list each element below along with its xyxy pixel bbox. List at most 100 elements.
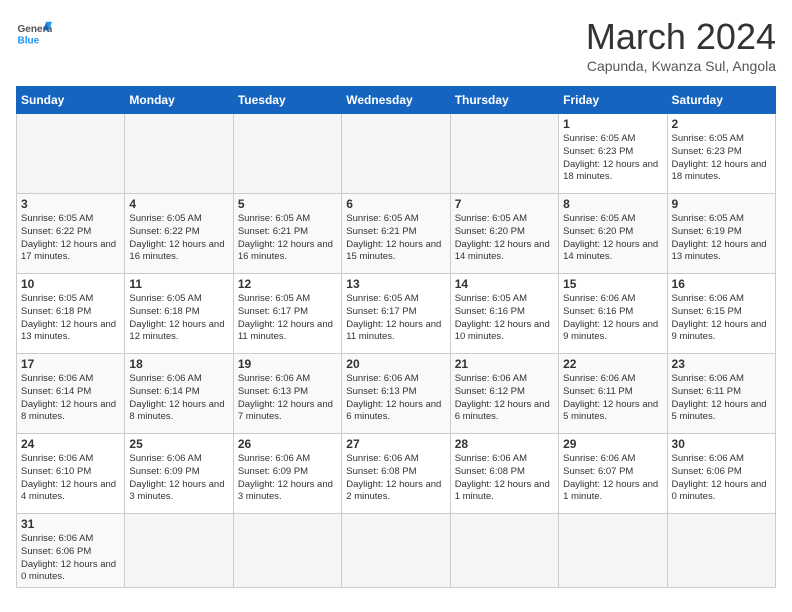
calendar-cell: 1 Sunrise: 6:05 AM Sunset: 6:23 PM Daylig… <box>559 114 667 194</box>
day-info: Sunrise: 6:06 AM Sunset: 6:13 PM Dayligh… <box>346 373 445 424</box>
week-row-1: 1 Sunrise: 6:05 AM Sunset: 6:23 PM Daylig… <box>17 114 776 194</box>
day-info: Sunrise: 6:06 AM Sunset: 6:11 PM Dayligh… <box>672 373 771 424</box>
day-number: 17 <box>21 357 120 371</box>
day-info: Sunrise: 6:06 AM Sunset: 6:09 PM Dayligh… <box>238 453 337 504</box>
calendar-cell: 15 Sunrise: 6:06 AM Sunset: 6:16 PM Dayli… <box>559 274 667 354</box>
day-number: 29 <box>563 437 662 451</box>
calendar-cell: 20Sunrise: 6:06 AM Sunset: 6:13 PM Dayli… <box>342 354 450 434</box>
day-info: Sunrise: 6:06 AM Sunset: 6:16 PM Dayligh… <box>563 293 662 344</box>
day-info: Sunrise: 6:05 AM Sunset: 6:17 PM Dayligh… <box>238 293 337 344</box>
day-info: Sunrise: 6:06 AM Sunset: 6:06 PM Dayligh… <box>672 453 771 504</box>
calendar-cell: 6 Sunrise: 6:05 AM Sunset: 6:21 PM Daylig… <box>342 194 450 274</box>
day-number: 23 <box>672 357 771 371</box>
day-number: 21 <box>455 357 554 371</box>
day-info: Sunrise: 6:06 AM Sunset: 6:06 PM Dayligh… <box>21 533 120 584</box>
day-info: Sunrise: 6:06 AM Sunset: 6:15 PM Dayligh… <box>672 293 771 344</box>
day-number: 24 <box>21 437 120 451</box>
calendar-cell: 14Sunrise: 6:05 AM Sunset: 6:16 PM Dayli… <box>450 274 558 354</box>
day-info: Sunrise: 6:05 AM Sunset: 6:18 PM Dayligh… <box>129 293 228 344</box>
calendar-table: SundayMondayTuesdayWednesdayThursdayFrid… <box>16 86 776 588</box>
day-number: 30 <box>672 437 771 451</box>
calendar-cell: 23 Sunrise: 6:06 AM Sunset: 6:11 PM Dayli… <box>667 354 775 434</box>
day-number: 25 <box>129 437 228 451</box>
calendar-cell <box>233 114 341 194</box>
week-row-3: 10 Sunrise: 6:05 AM Sunset: 6:18 PM Dayli… <box>17 274 776 354</box>
calendar-cell <box>450 114 558 194</box>
day-number: 26 <box>238 437 337 451</box>
day-number: 6 <box>346 197 445 211</box>
calendar-cell: 16 Sunrise: 6:06 AM Sunset: 6:15 PM Dayli… <box>667 274 775 354</box>
day-info: Sunrise: 6:05 AM Sunset: 6:19 PM Dayligh… <box>672 213 771 264</box>
calendar-cell: 2 Sunrise: 6:05 AM Sunset: 6:23 PM Daylig… <box>667 114 775 194</box>
week-row-6: 31Sunrise: 6:06 AM Sunset: 6:06 PM Dayli… <box>17 514 776 588</box>
calendar-cell: 13 Sunrise: 6:05 AM Sunset: 6:17 PM Dayli… <box>342 274 450 354</box>
calendar-cell: 27 Sunrise: 6:06 AM Sunset: 6:08 PM Dayli… <box>342 434 450 514</box>
day-number: 18 <box>129 357 228 371</box>
day-number: 16 <box>672 277 771 291</box>
calendar-cell: 18 Sunrise: 6:06 AM Sunset: 6:14 PM Dayli… <box>125 354 233 434</box>
calendar-cell: 24 Sunrise: 6:06 AM Sunset: 6:10 PM Dayli… <box>17 434 125 514</box>
day-info: Sunrise: 6:06 AM Sunset: 6:10 PM Dayligh… <box>21 453 120 504</box>
calendar-cell: 29 Sunrise: 6:06 AM Sunset: 6:07 PM Dayli… <box>559 434 667 514</box>
calendar-cell: 5Sunrise: 6:05 AM Sunset: 6:21 PM Daylig… <box>233 194 341 274</box>
calendar-cell: 12Sunrise: 6:05 AM Sunset: 6:17 PM Dayli… <box>233 274 341 354</box>
day-header-tuesday: Tuesday <box>233 87 341 114</box>
day-info: Sunrise: 6:05 AM Sunset: 6:16 PM Dayligh… <box>455 293 554 344</box>
day-header-sunday: Sunday <box>17 87 125 114</box>
calendar-cell: 3 Sunrise: 6:05 AM Sunset: 6:22 PM Daylig… <box>17 194 125 274</box>
day-info: Sunrise: 6:05 AM Sunset: 6:23 PM Dayligh… <box>563 133 662 184</box>
day-number: 7 <box>455 197 554 211</box>
calendar-cell: 10 Sunrise: 6:05 AM Sunset: 6:18 PM Dayli… <box>17 274 125 354</box>
week-row-5: 24 Sunrise: 6:06 AM Sunset: 6:10 PM Dayli… <box>17 434 776 514</box>
day-info: Sunrise: 6:06 AM Sunset: 6:11 PM Dayligh… <box>563 373 662 424</box>
svg-text:Blue: Blue <box>17 35 39 46</box>
day-number: 11 <box>129 277 228 291</box>
calendar-cell: 17Sunrise: 6:06 AM Sunset: 6:14 PM Dayli… <box>17 354 125 434</box>
day-info: Sunrise: 6:06 AM Sunset: 6:07 PM Dayligh… <box>563 453 662 504</box>
day-header-monday: Monday <box>125 87 233 114</box>
day-header-thursday: Thursday <box>450 87 558 114</box>
day-info: Sunrise: 6:05 AM Sunset: 6:21 PM Dayligh… <box>346 213 445 264</box>
calendar-cell <box>342 114 450 194</box>
day-number: 4 <box>129 197 228 211</box>
day-number: 13 <box>346 277 445 291</box>
calendar-cell <box>450 514 558 588</box>
calendar-cell: 22 Sunrise: 6:06 AM Sunset: 6:11 PM Dayli… <box>559 354 667 434</box>
month-title: March 2024 <box>586 16 776 58</box>
day-info: Sunrise: 6:05 AM Sunset: 6:23 PM Dayligh… <box>672 133 771 184</box>
calendar-cell: 21 Sunrise: 6:06 AM Sunset: 6:12 PM Dayli… <box>450 354 558 434</box>
day-info: Sunrise: 6:05 AM Sunset: 6:17 PM Dayligh… <box>346 293 445 344</box>
calendar-cell <box>342 514 450 588</box>
day-info: Sunrise: 6:05 AM Sunset: 6:18 PM Dayligh… <box>21 293 120 344</box>
calendar-cell: 30 Sunrise: 6:06 AM Sunset: 6:06 PM Dayli… <box>667 434 775 514</box>
calendar-cell: 11 Sunrise: 6:05 AM Sunset: 6:18 PM Dayli… <box>125 274 233 354</box>
day-number: 1 <box>563 117 662 131</box>
day-info: Sunrise: 6:06 AM Sunset: 6:12 PM Dayligh… <box>455 373 554 424</box>
day-info: Sunrise: 6:05 AM Sunset: 6:20 PM Dayligh… <box>563 213 662 264</box>
day-number: 3 <box>21 197 120 211</box>
day-number: 8 <box>563 197 662 211</box>
day-info: Sunrise: 6:06 AM Sunset: 6:14 PM Dayligh… <box>129 373 228 424</box>
calendar-cell <box>233 514 341 588</box>
day-number: 5 <box>238 197 337 211</box>
day-info: Sunrise: 6:06 AM Sunset: 6:09 PM Dayligh… <box>129 453 228 504</box>
calendar-cell <box>125 114 233 194</box>
day-number: 27 <box>346 437 445 451</box>
day-number: 2 <box>672 117 771 131</box>
day-number: 22 <box>563 357 662 371</box>
calendar-cell: 19Sunrise: 6:06 AM Sunset: 6:13 PM Dayli… <box>233 354 341 434</box>
day-info: Sunrise: 6:05 AM Sunset: 6:20 PM Dayligh… <box>455 213 554 264</box>
day-number: 10 <box>21 277 120 291</box>
day-number: 19 <box>238 357 337 371</box>
calendar-cell <box>559 514 667 588</box>
day-number: 9 <box>672 197 771 211</box>
day-info: Sunrise: 6:06 AM Sunset: 6:08 PM Dayligh… <box>346 453 445 504</box>
week-row-4: 17 Sunrise: 6:06 AM Sunset: 6:14 PM Dayli… <box>17 354 776 434</box>
calendar-cell: 8 Sunrise: 6:05 AM Sunset: 6:20 PM Daylig… <box>559 194 667 274</box>
calendar-cell: 25 Sunrise: 6:06 AM Sunset: 6:09 PM Dayli… <box>125 434 233 514</box>
logo: General Blue <box>16 16 52 52</box>
title-area: March 2024 Capunda, Kwanza Sul, Angola <box>586 16 776 74</box>
day-info: Sunrise: 6:05 AM Sunset: 6:22 PM Dayligh… <box>129 213 228 264</box>
day-number: 15 <box>563 277 662 291</box>
day-info: Sunrise: 6:05 AM Sunset: 6:22 PM Dayligh… <box>21 213 120 264</box>
